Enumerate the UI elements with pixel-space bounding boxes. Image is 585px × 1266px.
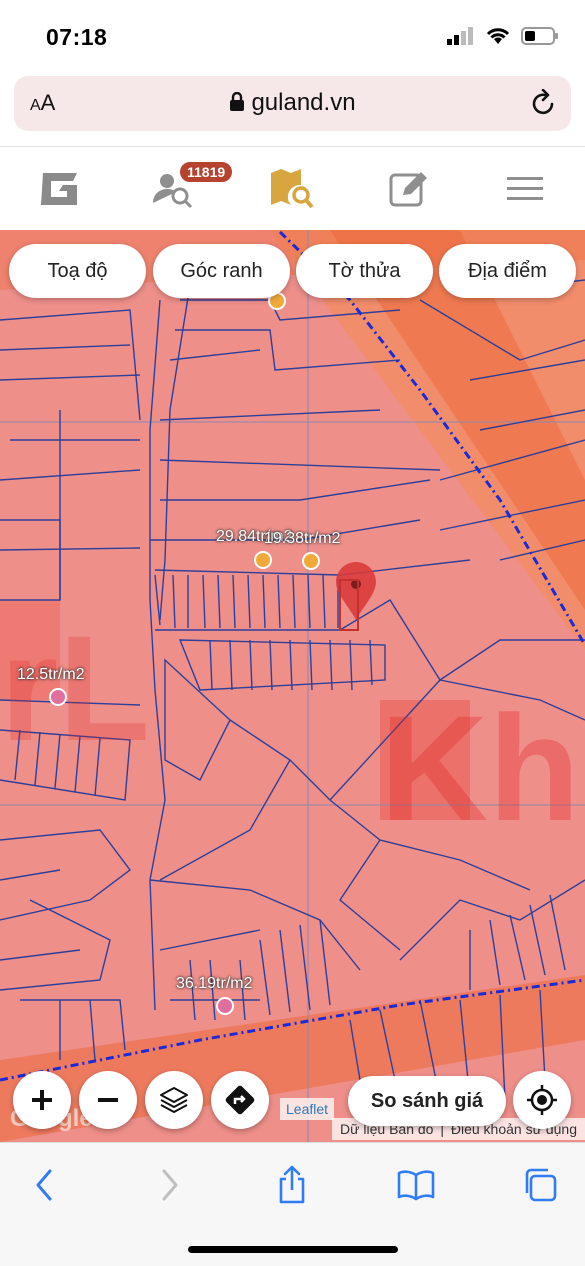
layers-icon: [160, 1087, 188, 1113]
locate-me-button[interactable]: [513, 1071, 571, 1129]
leaflet-link[interactable]: Leaflet: [280, 1098, 335, 1120]
layers-button[interactable]: [145, 1071, 203, 1129]
reload-icon[interactable]: [531, 88, 557, 122]
bookmarks-icon[interactable]: [394, 1163, 438, 1207]
filter-coordinates[interactable]: Toạ độ: [9, 244, 146, 298]
map-search-icon[interactable]: [266, 165, 316, 213]
wifi-icon: [486, 28, 510, 44]
edit-icon[interactable]: [384, 165, 434, 213]
location-marker[interactable]: [336, 562, 376, 631]
zoom-in-button[interactable]: [13, 1071, 71, 1129]
zoom-out-button[interactable]: [79, 1071, 137, 1129]
svg-text:Kh: Kh: [380, 684, 580, 852]
price-marker[interactable]: [49, 688, 67, 706]
map-view[interactable]: Kh rL: [0, 230, 585, 1142]
price-marker[interactable]: [254, 551, 272, 569]
price-marker[interactable]: [302, 552, 320, 570]
share-icon[interactable]: [270, 1163, 314, 1207]
url-bar[interactable]: AA guland.vn: [14, 76, 571, 131]
home-indicator: [188, 1246, 398, 1253]
minus-icon: [98, 1098, 118, 1102]
lock-icon: [230, 91, 245, 111]
guland-logo-icon[interactable]: [34, 165, 84, 213]
price-marker[interactable]: [216, 997, 234, 1015]
filter-sheet-parcel[interactable]: Tờ thửa: [296, 244, 433, 298]
svg-text:rL: rL: [0, 604, 150, 772]
crosshair-icon: [527, 1085, 557, 1115]
battery-icon: [521, 27, 558, 45]
status-time: 07:18: [46, 24, 108, 50]
plus-icon: [32, 1090, 52, 1110]
directions-icon: [225, 1085, 255, 1115]
forward-icon[interactable]: [148, 1163, 192, 1207]
signal-icon: [447, 27, 473, 45]
price-label: 12.5tr/m2: [17, 666, 85, 683]
price-label: 36.19tr/m2: [176, 975, 253, 992]
status-bar: 07:18: [0, 0, 585, 72]
price-label: 19.38tr/m2: [264, 530, 341, 547]
notification-badge: 11819: [178, 160, 235, 184]
url-domain: guland.vn: [251, 89, 356, 116]
filter-place[interactable]: Địa điểm: [439, 244, 576, 298]
screen: 07:18 AA guland.vn 11819 Kh rL 29.84tr/m…: [0, 0, 585, 1266]
app-nav: [0, 146, 585, 230]
status-icons: [447, 26, 559, 46]
parcel-map[interactable]: Kh rL: [0, 230, 585, 1142]
compare-price-button[interactable]: So sánh giá: [348, 1076, 506, 1126]
back-icon[interactable]: [22, 1163, 66, 1207]
directions-button[interactable]: [211, 1071, 269, 1129]
tabs-icon[interactable]: [518, 1163, 562, 1207]
hamburger-icon[interactable]: [500, 165, 550, 213]
filter-corner[interactable]: Góc ranh: [153, 244, 290, 298]
url-address[interactable]: guland.vn: [14, 89, 571, 117]
